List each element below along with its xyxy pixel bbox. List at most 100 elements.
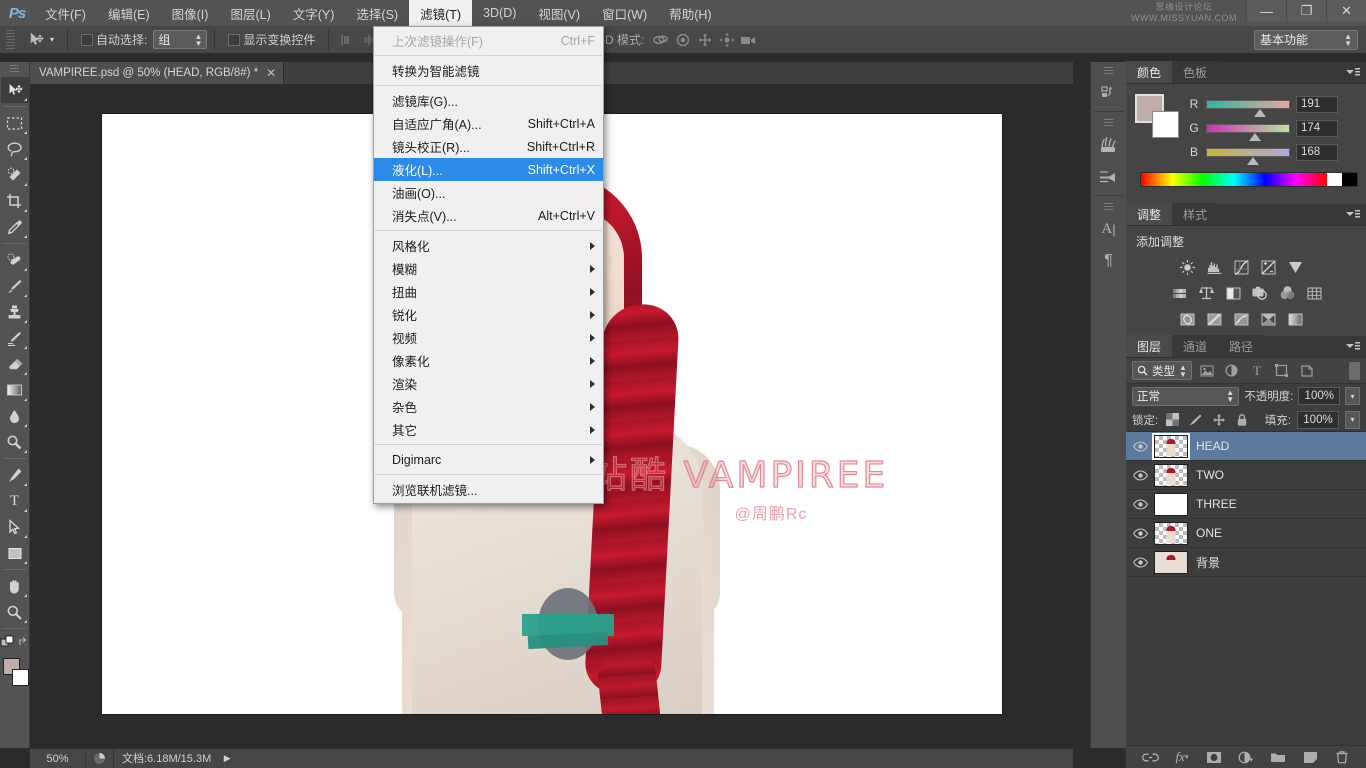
- filter-menu-dropdown[interactable]: 上次滤镜操作(F) Ctrl+F 转换为智能滤镜 滤镜库(G)... 自适应广角…: [373, 26, 604, 504]
- layer-visibility-toggle[interactable]: [1128, 461, 1152, 490]
- photo-filter-icon[interactable]: [1249, 283, 1271, 303]
- table-row[interactable]: ONE: [1126, 519, 1366, 548]
- layer-visibility-toggle[interactable]: [1128, 519, 1152, 548]
- blend-mode-dropdown[interactable]: 正常 ▲ ▼: [1132, 386, 1240, 406]
- layer-name[interactable]: 背景: [1196, 554, 1220, 571]
- color-spectrum-ramp[interactable]: [1140, 172, 1358, 187]
- restore-button[interactable]: ❐: [1286, 0, 1326, 22]
- tab-color[interactable]: 颜色: [1126, 61, 1173, 83]
- quick-selection-tool[interactable]: [1, 162, 29, 188]
- brush-tool[interactable]: [1, 273, 29, 299]
- zoom-tool[interactable]: [1, 599, 29, 625]
- show-transform-checkbox[interactable]: [228, 33, 241, 46]
- 3d-pan-icon[interactable]: [694, 29, 716, 51]
- dodge-tool[interactable]: [1, 429, 29, 455]
- channel-slider-g[interactable]: [1206, 123, 1290, 141]
- color-lookup-icon[interactable]: [1303, 283, 1325, 303]
- color-balance-icon[interactable]: [1195, 283, 1217, 303]
- new-group-icon[interactable]: [1269, 748, 1287, 766]
- threshold-icon[interactable]: [1230, 309, 1252, 329]
- clone-stamp-tool[interactable]: [1, 299, 29, 325]
- hand-tool[interactable]: [1, 573, 29, 599]
- adjustments-panel-menu-button[interactable]: [1346, 208, 1360, 220]
- history-brush-tool[interactable]: [1, 325, 29, 351]
- link-layers-icon[interactable]: [1141, 748, 1159, 766]
- invert-icon[interactable]: [1176, 309, 1198, 329]
- paragraph-icon[interactable]: ¶: [1094, 245, 1124, 277]
- menu-layer[interactable]: 图层(L): [219, 0, 281, 26]
- table-row[interactable]: TWO: [1126, 461, 1366, 490]
- brush-presets-icon[interactable]: [1094, 129, 1124, 161]
- layer-style-fx-icon[interactable]: fx ▾: [1173, 748, 1191, 766]
- menu-filter[interactable]: 滤镜(T): [409, 0, 473, 26]
- rail-grip-2[interactable]: [1104, 119, 1113, 126]
- path-selection-tool[interactable]: [1, 514, 29, 540]
- gradient-map-icon[interactable]: [1257, 309, 1279, 329]
- active-tool-preset[interactable]: ▾: [19, 29, 60, 51]
- delete-layer-icon[interactable]: [1333, 748, 1351, 766]
- menu-item-browse-filters-online[interactable]: 浏览联机滤镜...: [374, 478, 603, 501]
- vibrance-icon[interactable]: [1284, 257, 1306, 277]
- background-color-swatch[interactable]: [11, 669, 29, 686]
- layer-name[interactable]: THREE: [1196, 497, 1237, 511]
- fill-value[interactable]: 100%: [1297, 410, 1339, 429]
- menu-item-lens-correction[interactable]: 镜头校正(R)... Shift+Ctrl+R: [374, 135, 603, 158]
- menu-edit[interactable]: 编辑(E): [97, 0, 161, 26]
- character-icon[interactable]: A |: [1094, 213, 1124, 245]
- menu-type[interactable]: 文字(Y): [282, 0, 346, 26]
- blur-tool[interactable]: [1, 403, 29, 429]
- black-white-icon[interactable]: [1222, 283, 1244, 303]
- rail-grip-1[interactable]: [1104, 67, 1113, 74]
- 3d-camera-icon[interactable]: [738, 29, 760, 51]
- color-panel-menu-button[interactable]: [1346, 66, 1360, 78]
- menu-item-render[interactable]: 渲染: [374, 372, 603, 395]
- tab-layers[interactable]: 图层: [1126, 335, 1173, 357]
- menu-3d[interactable]: 3D(D): [472, 0, 527, 26]
- show-transform-group[interactable]: 显示变换控件: [222, 29, 321, 51]
- document-tab[interactable]: VAMPIREE.psd @ 50% (HEAD, RGB/8#) * ✕: [30, 62, 285, 84]
- menu-item-convert-smart-filter[interactable]: 转换为智能滤镜: [374, 59, 603, 82]
- menu-item-vanishing-point[interactable]: 消失点(V)... Alt+Ctrl+V: [374, 204, 603, 227]
- background-color-swatch[interactable]: [1152, 111, 1179, 138]
- adjustment-filter-icon[interactable]: [1222, 361, 1242, 381]
- menu-window[interactable]: 窗口(W): [591, 0, 658, 26]
- 3d-rotate-icon[interactable]: [650, 29, 672, 51]
- type-filter-icon[interactable]: T: [1247, 361, 1267, 381]
- tab-paths[interactable]: 路径: [1218, 335, 1265, 357]
- layer-visibility-toggle[interactable]: [1128, 490, 1152, 519]
- pen-tool[interactable]: [1, 462, 29, 488]
- hue-saturation-icon[interactable]: [1168, 283, 1190, 303]
- menu-item-pixelate[interactable]: 像素化: [374, 349, 603, 372]
- shape-filter-icon[interactable]: [1272, 361, 1292, 381]
- lock-image-icon[interactable]: [1187, 411, 1204, 429]
- menu-item-video[interactable]: 视频: [374, 326, 603, 349]
- close-icon[interactable]: ✕: [266, 66, 276, 80]
- eyedropper-tool[interactable]: [1, 214, 29, 240]
- curves-icon[interactable]: [1230, 257, 1252, 277]
- tab-swatches[interactable]: 色板: [1172, 61, 1219, 83]
- menu-item-last-filter[interactable]: 上次滤镜操作(F) Ctrl+F: [374, 29, 603, 52]
- channel-value-g[interactable]: 174: [1296, 119, 1338, 137]
- crop-tool[interactable]: [1, 188, 29, 214]
- lock-position-icon[interactable]: [1210, 411, 1227, 429]
- channel-slider-r[interactable]: [1206, 99, 1290, 117]
- history-icon[interactable]: [1094, 77, 1124, 109]
- eraser-tool[interactable]: [1, 351, 29, 377]
- lock-transparent-icon[interactable]: [1164, 411, 1181, 429]
- menu-item-adaptive-wide-angle[interactable]: 自适应广角(A)... Shift+Ctrl+A: [374, 112, 603, 135]
- new-adjustment-layer-icon[interactable]: ▾: [1237, 748, 1255, 766]
- zoom-level[interactable]: 50%: [30, 748, 86, 768]
- layer-visibility-toggle[interactable]: [1128, 432, 1152, 461]
- tools-panel-grip[interactable]: [10, 65, 19, 73]
- layers-panel-menu-button[interactable]: [1346, 340, 1360, 352]
- tab-channels[interactable]: 通道: [1172, 335, 1219, 357]
- channel-value-r[interactable]: 191: [1296, 95, 1338, 113]
- channel-slider-b[interactable]: [1206, 147, 1290, 165]
- rectangular-marquee-tool[interactable]: [1, 110, 29, 136]
- color-swatches[interactable]: [1, 658, 29, 688]
- gradient-tool[interactable]: [1, 377, 29, 403]
- menu-item-filter-gallery[interactable]: 滤镜库(G)...: [374, 89, 603, 112]
- layer-visibility-toggle[interactable]: [1128, 548, 1152, 577]
- menu-item-stylize[interactable]: 风格化: [374, 234, 603, 257]
- auto-select-scope-dropdown[interactable]: 组 ▲ ▼: [153, 30, 208, 49]
